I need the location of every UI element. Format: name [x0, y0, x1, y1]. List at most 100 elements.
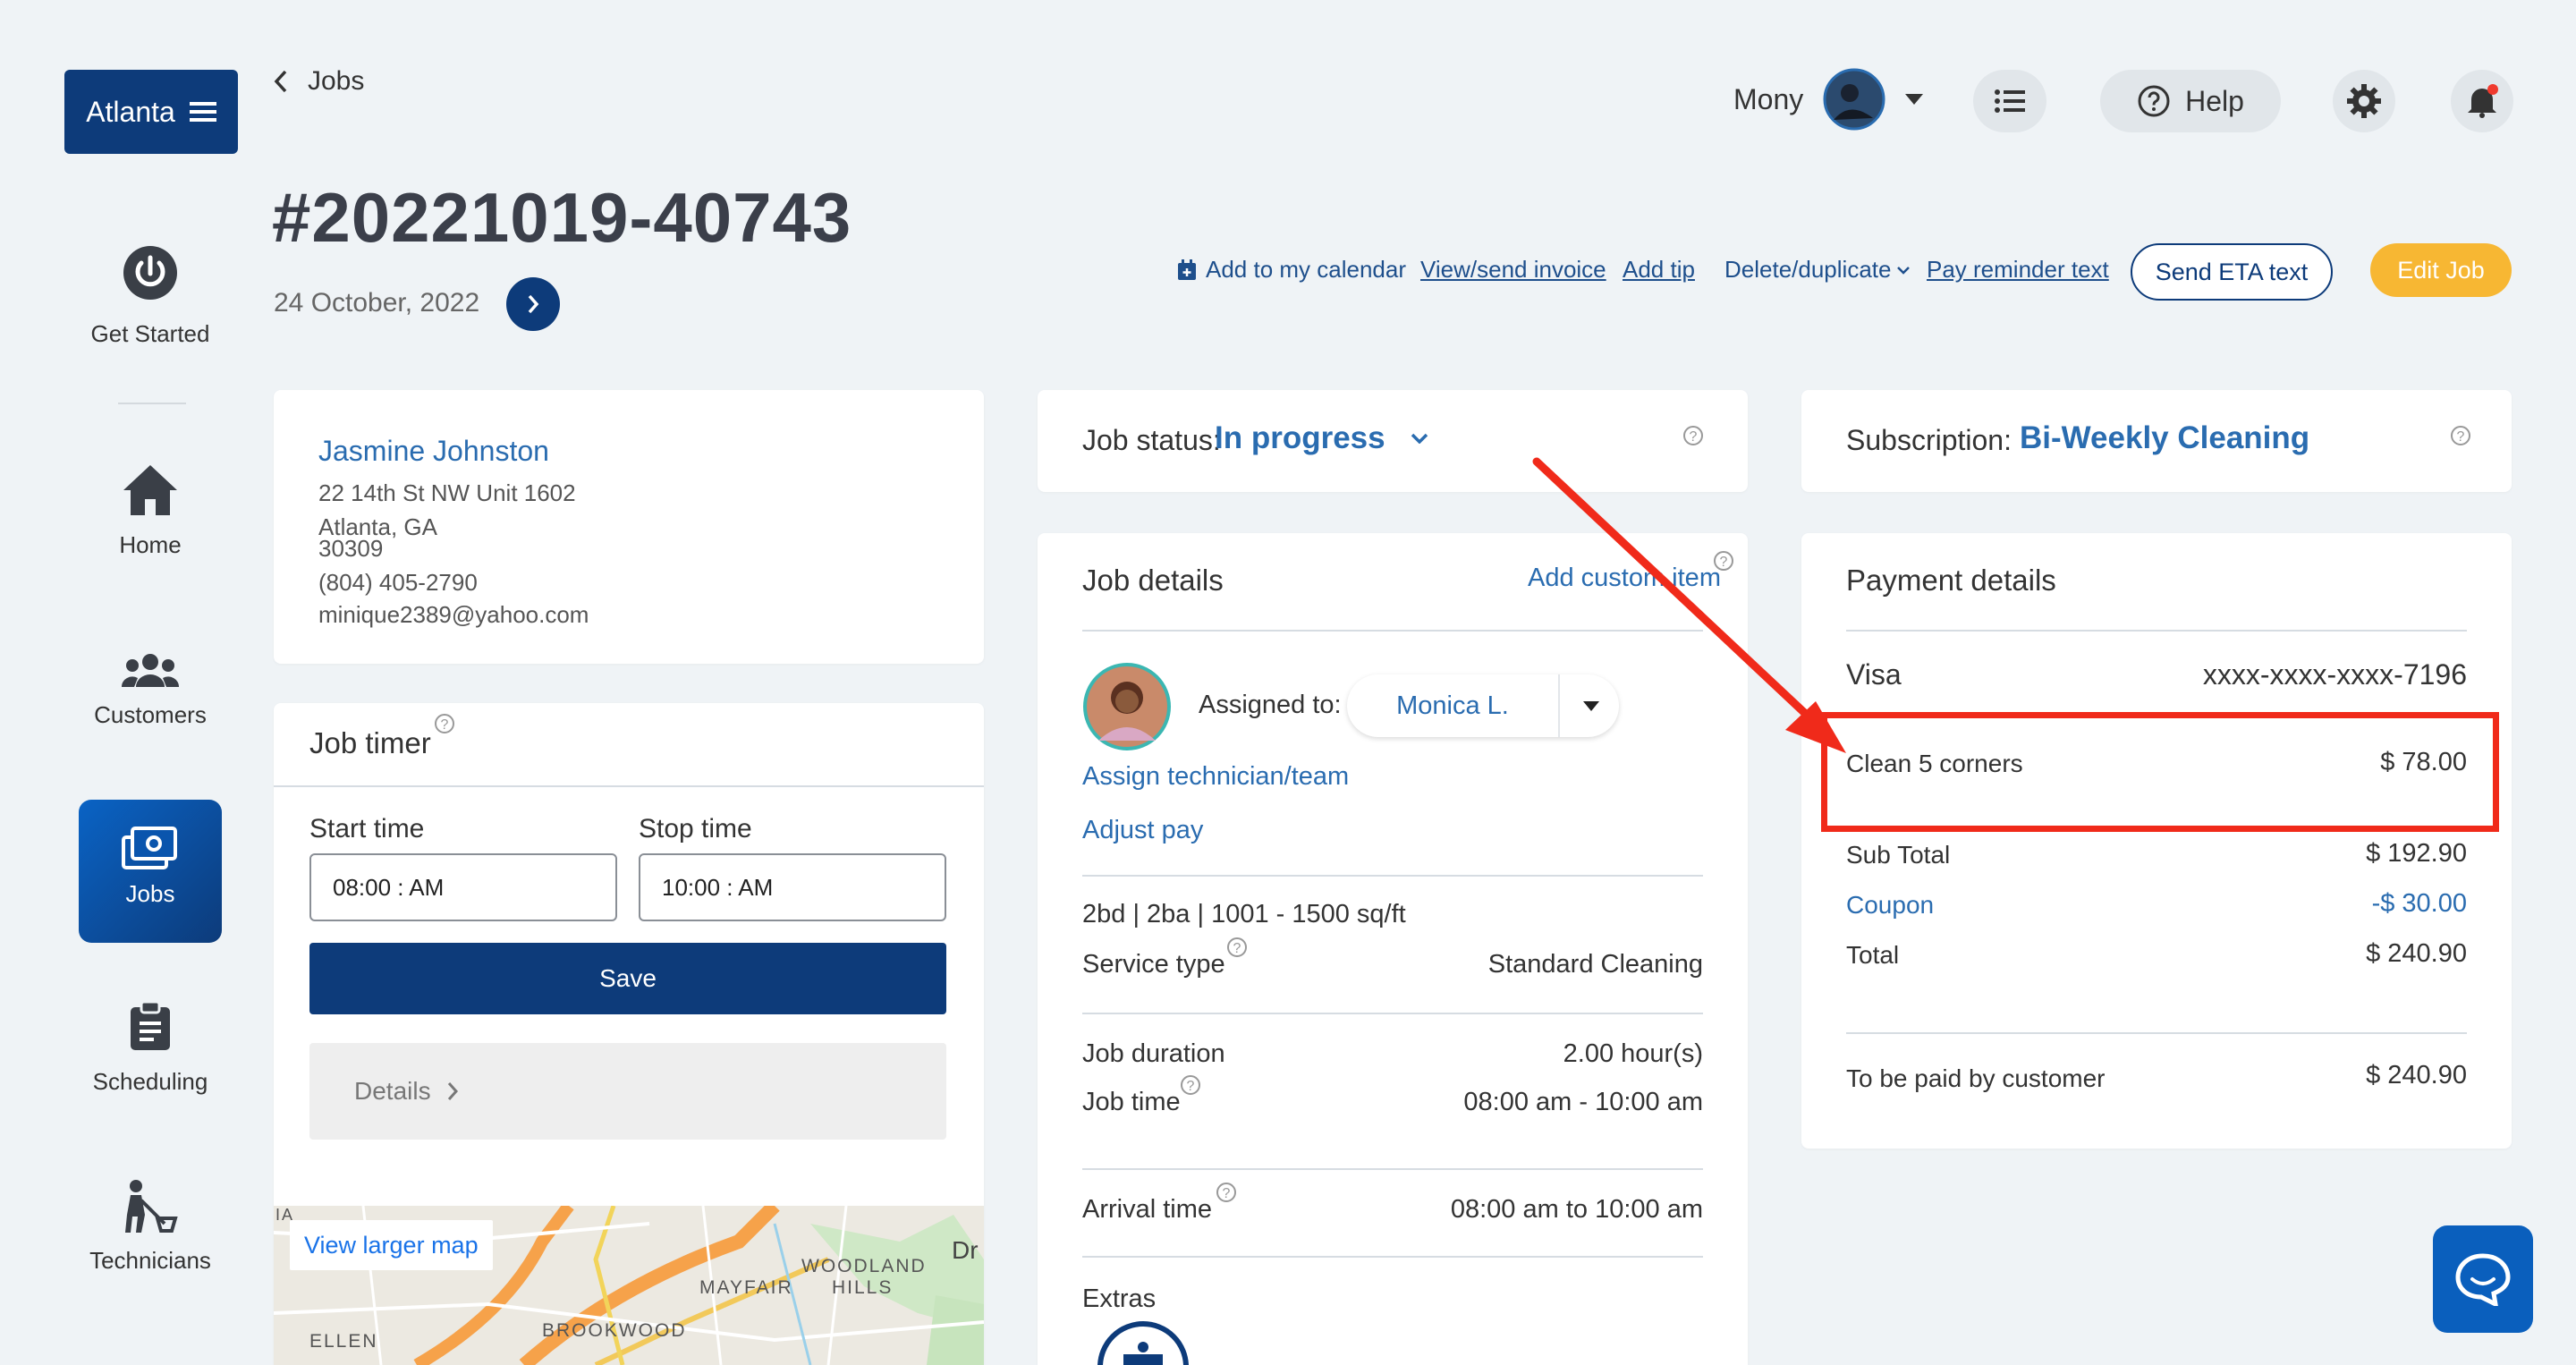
subtotal-value: $ 192.90	[2366, 839, 2467, 868]
sidebar-divider	[118, 403, 186, 404]
caret-down-icon	[1905, 94, 1924, 105]
calendar-icon	[1177, 259, 1197, 281]
job-status-dropdown[interactable]: In progress	[1215, 420, 1428, 456]
customer-name-link[interactable]: Jasmine Johnston	[318, 435, 549, 468]
subscription-value[interactable]: Bi-Weekly Cleaning	[2020, 420, 2309, 456]
view-larger-map-link[interactable]: View larger map	[290, 1220, 493, 1270]
subscription-card: Subscription: Bi-Weekly Cleaning ?	[1801, 390, 2512, 492]
cleaner-icon	[79, 1179, 222, 1234]
sidebar-item-label: Customers	[94, 701, 207, 728]
breadcrumb-label: Jobs	[308, 66, 365, 96]
card-number: xxxx-xxxx-xxxx-7196	[2202, 658, 2467, 691]
next-date-button[interactable]	[506, 277, 560, 331]
payment-details-card: Payment details Visa xxxx-xxxx-xxxx-7196…	[1801, 533, 2512, 1149]
job-details-title: Job details	[1082, 564, 1224, 597]
money-icon	[79, 825, 222, 871]
users-icon	[79, 653, 222, 689]
sidebar-item-jobs[interactable]: Jobs	[79, 800, 222, 943]
sidebar-item-scheduling[interactable]: Scheduling	[79, 1002, 222, 1096]
sidebar-item-get-started[interactable]: Get Started	[79, 243, 222, 348]
chevron-down-icon	[1896, 266, 1911, 275]
help-label: Help	[2185, 84, 2244, 117]
home-size-summary: 2bd | 2ba | 1001 - 1500 sq/ft	[1082, 900, 1406, 928]
sidebar-item-label: Scheduling	[92, 1068, 208, 1095]
job-time-value: 08:00 am - 10:00 am	[1463, 1088, 1703, 1116]
help-circle-icon[interactable]: ?	[2451, 426, 2470, 445]
map[interactable]: View larger map IA WOODLAND HILLS MAYFAI…	[274, 1206, 984, 1365]
view-larger-map-label: View larger map	[304, 1231, 479, 1259]
customer-zip: 30309	[318, 535, 384, 562]
map-label: Dr	[952, 1236, 979, 1264]
settings-button[interactable]	[2333, 70, 2395, 132]
edit-job-button[interactable]: Edit Job	[2370, 243, 2512, 297]
chat-button[interactable]	[2433, 1225, 2533, 1333]
delete-duplicate-label: Delete/duplicate	[1724, 256, 1892, 283]
save-button[interactable]: Save	[309, 943, 946, 1014]
stop-time-label: Stop time	[639, 814, 752, 844]
gear-icon	[2346, 83, 2382, 119]
help-circle-icon[interactable]: ?	[1216, 1183, 1236, 1202]
technician-avatar	[1082, 662, 1172, 751]
sidebar-item-technicians[interactable]: Technicians	[79, 1179, 222, 1275]
add-tip-link[interactable]: Add tip	[1623, 256, 1695, 284]
chevron-down-icon	[1411, 433, 1428, 444]
assign-technician-link[interactable]: Assign technician/team	[1082, 762, 1349, 792]
pay-reminder-text-link[interactable]: Pay reminder text	[1927, 256, 2109, 284]
job-timer-card: Job timer ? Start time Stop time 08:00 :…	[274, 703, 984, 1365]
chevron-left-icon	[274, 70, 288, 93]
annotation-arrow	[1532, 457, 1846, 753]
start-time-label: Start time	[309, 814, 425, 844]
save-label: Save	[599, 964, 657, 992]
back-to-jobs-link[interactable]: Jobs	[274, 66, 364, 97]
job-status-label: Job status:	[1082, 424, 1221, 456]
user-menu[interactable]: Mony	[1733, 68, 1924, 131]
map-label: IA	[275, 1206, 295, 1224]
help-button[interactable]: Help	[2100, 70, 2281, 132]
job-duration-value: 2.00 hour(s)	[1563, 1039, 1703, 1068]
chat-bubble-icon	[2454, 1252, 2512, 1306]
city-selector-button[interactable]: Atlanta	[64, 70, 238, 154]
sidebar-item-label: Technicians	[89, 1247, 211, 1274]
extra-cleaning-icon[interactable]	[1097, 1320, 1190, 1365]
question-circle-icon	[2137, 84, 2171, 118]
customer-card: Jasmine Johnston 22 14th St NW Unit 1602…	[274, 390, 984, 664]
help-circle-icon[interactable]: ?	[1181, 1075, 1200, 1095]
extras-label: Extras	[1082, 1284, 1157, 1313]
map-label: ELLEN	[309, 1331, 378, 1352]
city-label: Atlanta	[86, 95, 175, 128]
add-to-calendar-link[interactable]: Add to my calendar	[1177, 256, 1406, 284]
sidebar-item-label: Get Started	[90, 320, 210, 347]
view-send-invoice-link[interactable]: View/send invoice	[1420, 256, 1606, 284]
map-label: MAYFAIR	[699, 1277, 793, 1298]
send-eta-text-button[interactable]: Send ETA text	[2131, 243, 2333, 301]
map-label: BROOKWOOD	[542, 1320, 687, 1341]
help-circle-icon[interactable]: ?	[1683, 426, 1703, 445]
divider	[1082, 1013, 1703, 1014]
total-label: Total	[1846, 941, 1900, 969]
user-name: Mony	[1733, 82, 1804, 115]
coupon-value: -$ 30.00	[2371, 889, 2467, 918]
to-be-paid-value: $ 240.90	[2366, 1061, 2467, 1089]
details-expander[interactable]: Details	[309, 1043, 946, 1140]
help-circle-icon[interactable]: ?	[435, 714, 454, 733]
annotation-highlight-box	[1821, 712, 2499, 832]
delete-duplicate-dropdown[interactable]: Delete/duplicate	[1724, 256, 1911, 284]
notifications-button[interactable]	[2451, 70, 2513, 132]
stop-time-input[interactable]: 10:00 : AM	[639, 853, 946, 921]
sidebar-item-home[interactable]: Home	[79, 463, 222, 559]
chevron-right-icon	[447, 1081, 458, 1101]
job-status-value: In progress	[1215, 420, 1385, 455]
customer-address-line1: 22 14th St NW Unit 1602	[318, 479, 576, 506]
sidebar-item-customers[interactable]: Customers	[79, 653, 222, 729]
coupon-link[interactable]: Coupon	[1846, 891, 1934, 920]
edit-job-label: Edit Job	[2397, 256, 2485, 284]
divider	[1846, 1032, 2467, 1034]
send-eta-label: Send ETA text	[2155, 258, 2309, 285]
start-time-input[interactable]: 08:00 : AM	[309, 853, 617, 921]
job-date: 24 October, 2022	[274, 288, 480, 318]
assigned-to-label: Assigned to:	[1199, 691, 1342, 719]
menu-icon	[189, 100, 216, 123]
list-view-button[interactable]	[1973, 70, 2046, 132]
adjust-pay-link[interactable]: Adjust pay	[1082, 816, 1203, 845]
help-circle-icon[interactable]: ?	[1227, 937, 1247, 957]
